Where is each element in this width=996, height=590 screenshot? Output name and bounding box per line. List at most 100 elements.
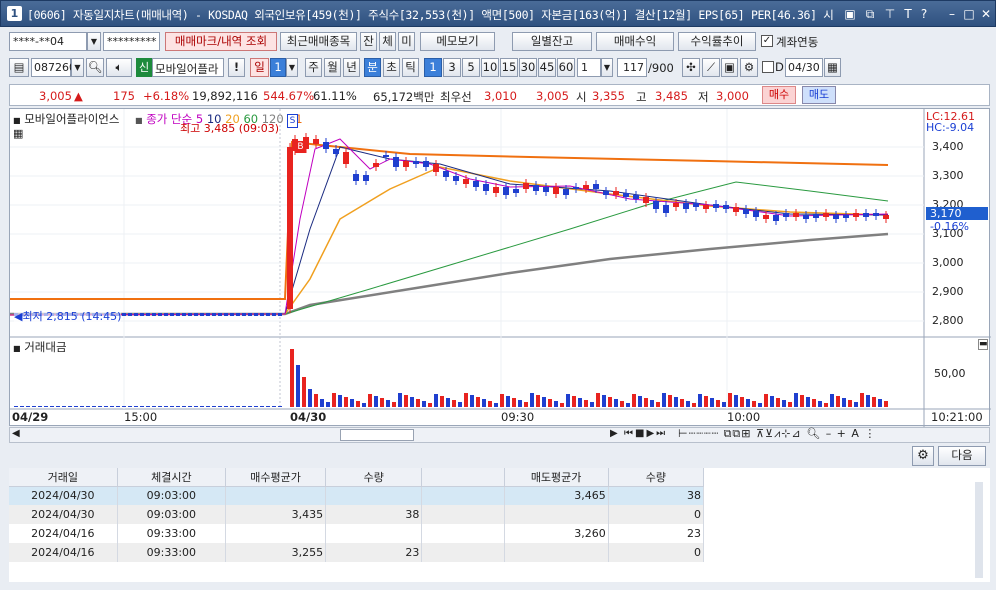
- trade-profit-button[interactable]: 매매수익: [596, 32, 674, 51]
- monthly-button[interactable]: 월: [324, 58, 341, 77]
- account-field[interactable]: ****-**04: [9, 32, 87, 51]
- stock-code-field[interactable]: 087260: [31, 58, 76, 77]
- period-button-3[interactable]: 3: [443, 58, 461, 77]
- candle-body: [373, 163, 379, 167]
- chart-title-box[interactable]: ■ 모바일어플라이언스: [13, 111, 120, 127]
- period-button-5[interactable]: 5: [462, 58, 480, 77]
- volume-bar: [866, 395, 870, 407]
- column-header[interactable]: 매수평균가: [225, 468, 327, 487]
- yearly-button[interactable]: 년: [343, 58, 360, 77]
- volume-bar: [26, 406, 30, 407]
- unexecuted-button[interactable]: 미: [398, 32, 415, 51]
- interval-dropdown-icon[interactable]: ▼: [601, 58, 613, 77]
- next-button[interactable]: 다음: [938, 446, 986, 466]
- close-icon[interactable]: ✕: [979, 7, 993, 21]
- d-checkbox[interactable]: [762, 61, 774, 73]
- table-row[interactable]: 2024/04/16 09:33:00 3,255 23 0: [9, 543, 705, 562]
- date-field[interactable]: 04/30: [785, 58, 823, 77]
- executed-button[interactable]: 체: [379, 32, 396, 51]
- table-row[interactable]: 2024/04/30 09:03:00 3,465 38: [9, 486, 705, 505]
- sell-button[interactable]: 매도: [802, 86, 836, 104]
- balance-button[interactable]: 잔: [360, 32, 377, 51]
- drawing-tools-icon[interactable]: ⊢┈┈┈┈ ⧉⧉⊞ ⊼⊻⩘⊹⊿ 🔍︎ – + A ⋮: [678, 427, 876, 441]
- recent-trades-button[interactable]: 최근매매종목: [280, 32, 357, 51]
- scroll-thumb[interactable]: [340, 429, 414, 441]
- candle-body: [563, 189, 569, 195]
- volume-bar: [158, 406, 162, 407]
- tick-button[interactable]: 틱: [402, 58, 419, 77]
- maximize-icon[interactable]: □: [962, 7, 976, 21]
- second-button[interactable]: 초: [383, 58, 400, 77]
- column-header[interactable]: 거래일: [9, 468, 118, 487]
- period-button-30[interactable]: 30: [519, 58, 537, 77]
- code-dropdown-icon[interactable]: ▼: [71, 58, 84, 77]
- calendar-icon[interactable]: ▦: [824, 58, 841, 77]
- column-header[interactable]: 매도평균가: [504, 468, 609, 487]
- column-header[interactable]: 수량: [325, 468, 423, 487]
- scroll-right-icon[interactable]: ▶: [610, 428, 618, 439]
- range-field[interactable]: 117: [617, 58, 647, 77]
- password-field[interactable]: *********: [103, 32, 160, 51]
- y-tick-label: 3,000: [932, 256, 964, 269]
- layout-icon[interactable]: ▣: [843, 7, 857, 21]
- period-button-60[interactable]: 60: [557, 58, 575, 77]
- table-row[interactable]: 2024/04/30 09:03:00 3,435 38 0: [9, 505, 705, 524]
- minute-button[interactable]: 분: [364, 58, 381, 77]
- chart-scroll-bar[interactable]: ◀ ▶ ⏮■▶⏭ ⊢┈┈┈┈ ⧉⧉⊞ ⊼⊻⩘⊹⊿ 🔍︎ – + A ⋮: [9, 427, 990, 443]
- price-chart[interactable]: [10, 109, 991, 427]
- trade-mark-query-button[interactable]: 매매마크/내역 조회: [165, 32, 277, 51]
- scroll-left-icon[interactable]: ◀: [12, 428, 20, 439]
- column-header[interactable]: [421, 468, 505, 487]
- candle-body: [523, 183, 529, 189]
- memo-button[interactable]: 메모보기: [420, 32, 495, 51]
- pin-icon[interactable]: ⊤: [883, 7, 897, 21]
- alert-button[interactable]: !: [228, 58, 245, 77]
- link-icon[interactable]: ⧉: [863, 7, 877, 21]
- volume-bar: [368, 394, 372, 407]
- period-button-1[interactable]: 1: [424, 58, 442, 77]
- table-row[interactable]: 2024/04/16 09:33:00 3,260 23: [9, 524, 705, 543]
- buy-button[interactable]: 매수: [762, 86, 796, 104]
- column-header[interactable]: 수량: [608, 468, 705, 487]
- search-icon[interactable]: 🔍︎: [86, 58, 104, 77]
- chart-area[interactable]: ■ 모바일어플라이언스 ■ 종가 단순 5 10 20 60 120 V1 최고…: [9, 108, 991, 427]
- draw-line-icon[interactable]: ⟋: [702, 58, 720, 77]
- volume-bar: [746, 399, 750, 407]
- sound-icon[interactable]: 🔈︎: [106, 58, 132, 77]
- volume-bar: [716, 400, 720, 407]
- daily-balance-button[interactable]: 일별잔고: [512, 32, 592, 51]
- period-button-10[interactable]: 10: [481, 58, 499, 77]
- playback-controls-icon[interactable]: ⏮■▶⏭: [624, 428, 667, 439]
- return-trend-button[interactable]: 수익률추이: [678, 32, 756, 51]
- volume-bar: [356, 401, 360, 407]
- chart-title: 모바일어플라이언스: [24, 112, 120, 126]
- grid-toggle-icon[interactable]: ▦: [13, 127, 23, 140]
- help-icon[interactable]: ?: [917, 7, 931, 21]
- column-header[interactable]: 체결시간: [117, 468, 226, 487]
- chart-type-icon[interactable]: ▤: [9, 58, 29, 77]
- settings-icon[interactable]: ⚙: [740, 58, 758, 77]
- account-link-checkbox[interactable]: ✓: [761, 35, 773, 47]
- day-count-dropdown-icon[interactable]: ▼: [286, 58, 298, 77]
- daily-button[interactable]: 일: [250, 58, 269, 77]
- candle-body: [793, 213, 799, 217]
- account-dropdown-icon[interactable]: ▼: [87, 32, 101, 51]
- interval-field[interactable]: 1: [577, 58, 601, 77]
- font-icon[interactable]: T: [901, 7, 915, 21]
- sell-marker[interactable]: S: [287, 114, 298, 128]
- day-count-field[interactable]: 1: [270, 58, 286, 77]
- crosshair-icon[interactable]: ✣: [682, 58, 700, 77]
- candle-body: [753, 211, 759, 217]
- table-cell: [225, 486, 327, 505]
- weekly-button[interactable]: 주: [305, 58, 322, 77]
- candle-body: [653, 201, 659, 209]
- buy-marker[interactable]: B: [295, 141, 306, 153]
- pane-collapse-icon[interactable]: ▬: [978, 339, 988, 350]
- table-scrollbar[interactable]: [975, 482, 983, 578]
- period-button-15[interactable]: 15: [500, 58, 518, 77]
- ma-lines: [10, 138, 889, 316]
- save-icon[interactable]: ▣: [721, 58, 738, 77]
- period-button-45[interactable]: 45: [538, 58, 556, 77]
- table-settings-icon[interactable]: ⚙: [912, 446, 934, 466]
- minimize-icon[interactable]: –: [945, 7, 959, 21]
